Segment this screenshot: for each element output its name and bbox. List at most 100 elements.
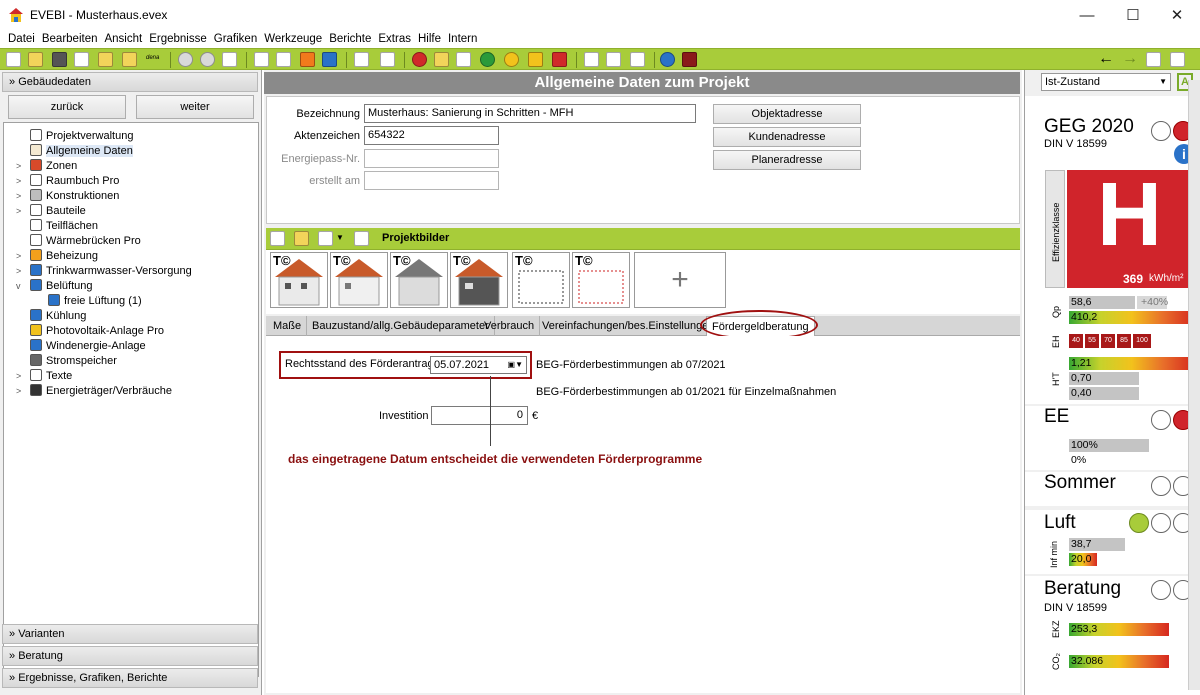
menu-grafiken[interactable]: Grafiken — [210, 30, 260, 48]
minimize-button[interactable]: — — [1064, 0, 1110, 30]
kundenadresse-button[interactable]: Kundenadresse — [713, 127, 861, 147]
tree-item[interactable]: Stromspeicher — [30, 354, 117, 369]
close-button[interactable]: ✕ — [1154, 0, 1200, 30]
rechtsstand-date-input[interactable]: 05.07.2021 ▣▼ — [430, 356, 527, 374]
tree-expander-icon[interactable]: v — [16, 279, 21, 294]
calc-red-icon[interactable] — [682, 52, 697, 67]
project-image-4[interactable]: T© — [450, 252, 508, 308]
copy-icon[interactable] — [74, 52, 89, 67]
project-image-6[interactable]: T© — [572, 252, 630, 308]
tree-expander-icon[interactable]: > — [16, 369, 21, 384]
menu-berichte[interactable]: Berichte — [325, 30, 374, 48]
add-image-icon[interactable] — [270, 231, 285, 246]
tab-vereinfachungen[interactable]: Vereinfachungen/bes.Einstellungen — [537, 316, 721, 336]
undo-icon[interactable] — [178, 52, 193, 67]
section-gebaeudedaten[interactable]: » Gebäudedaten — [2, 72, 258, 92]
sun-icon[interactable] — [504, 52, 519, 67]
grid-icon[interactable] — [276, 52, 291, 67]
objektadresse-button[interactable]: Objektadresse — [713, 104, 861, 124]
right-scrollbar[interactable] — [1188, 80, 1200, 690]
menu-extras[interactable]: Extras — [374, 30, 414, 48]
tree-item[interactable]: > Zonen — [16, 159, 77, 174]
tree-expander-icon[interactable]: > — [16, 174, 21, 189]
print-icon[interactable] — [606, 52, 621, 67]
tree-item[interactable]: > Trinkwarmwasser-Versorgung — [16, 264, 192, 279]
section-ergebnisse[interactable]: » Ergebnisse, Grafiken, Berichte — [2, 668, 258, 688]
maximize-button[interactable]: ☐ — [1110, 0, 1156, 30]
bezeichnung-input[interactable]: Musterhaus: Sanierung in Schritten - MFH — [364, 104, 696, 123]
exit-icon[interactable] — [1170, 52, 1185, 67]
tree-item[interactable]: v Belüftung — [16, 279, 92, 294]
tree-item[interactable]: Allgemeine Daten — [30, 144, 133, 159]
add-image-button[interactable]: + — [634, 252, 726, 308]
tree-expander-icon[interactable]: > — [16, 204, 21, 219]
menu-ergebnisse[interactable]: Ergebnisse — [145, 30, 210, 48]
section-varianten[interactable]: » Varianten — [2, 624, 258, 644]
back-arrow-icon[interactable]: ← — [1098, 50, 1114, 68]
tree-item[interactable]: > Energieträger/Verbräuche — [16, 384, 172, 399]
flame-icon[interactable] — [552, 52, 567, 67]
tree-expander-icon[interactable]: > — [16, 189, 21, 204]
menu-datei[interactable]: Datei — [4, 30, 38, 48]
tree-item[interactable]: Projektverwaltung — [30, 129, 133, 144]
globe-icon[interactable] — [480, 52, 495, 67]
import-icon[interactable] — [98, 52, 113, 67]
tree-item[interactable]: Kühlung — [30, 309, 86, 324]
project-image-1[interactable]: T© — [270, 252, 328, 308]
paste-image-icon[interactable] — [294, 231, 309, 246]
dena-icon[interactable]: dena — [146, 55, 159, 61]
calendar-dropdown-icon[interactable]: ▣▼ — [508, 357, 523, 373]
menu-ansicht[interactable]: Ansicht — [100, 30, 145, 48]
state-select[interactable]: Ist-Zustand ▼ — [1041, 73, 1171, 91]
tree-icon[interactable] — [354, 52, 369, 67]
house-chart-icon[interactable] — [630, 52, 645, 67]
tree-item[interactable]: freie Lüftung (1) — [48, 294, 142, 309]
lightning-icon[interactable] — [528, 52, 543, 67]
tree-item[interactable]: Photovoltaik-Anlage Pro — [30, 324, 164, 339]
erstellt-am-input[interactable] — [364, 171, 499, 190]
redo-icon[interactable] — [200, 52, 215, 67]
list-icon[interactable] — [380, 52, 395, 67]
step-icon[interactable] — [1146, 52, 1161, 67]
tree-item[interactable]: Teilflächen — [30, 219, 98, 234]
new-file-icon[interactable] — [6, 52, 21, 67]
menu-bearbeiten[interactable]: Bearbeiten — [38, 30, 101, 48]
tree-expander-icon[interactable]: > — [16, 249, 21, 264]
tree-item[interactable]: > Bauteile — [16, 204, 86, 219]
sort-icon[interactable] — [318, 231, 333, 246]
back-button[interactable]: zurück — [8, 95, 126, 119]
menu-hilfe[interactable]: Hilfe — [414, 30, 444, 48]
project-image-5[interactable]: T© — [512, 252, 570, 308]
cap-icon[interactable] — [412, 52, 427, 67]
tab-bauzustand[interactable]: Bauzustand/allg.Gebäudeparameter — [307, 316, 495, 336]
investition-input[interactable]: 0 — [431, 406, 528, 425]
report-icon[interactable] — [584, 52, 599, 67]
open-folder-icon[interactable] — [28, 52, 43, 67]
dropdown-arrow-icon[interactable]: ▼ — [336, 233, 344, 242]
document-icon[interactable] — [254, 52, 269, 67]
save-icon[interactable] — [52, 52, 67, 67]
tree-item[interactable]: Wärmebrücken Pro — [30, 234, 141, 249]
tab-masse[interactable]: Maße — [268, 316, 308, 336]
energiepass-input[interactable] — [364, 149, 499, 168]
project-image-3[interactable]: T© — [390, 252, 448, 308]
project-image-2[interactable]: T© — [330, 252, 388, 308]
section-beratung[interactable]: » Beratung — [2, 646, 258, 666]
next-button[interactable]: weiter — [136, 95, 254, 119]
tree-expander-icon[interactable]: > — [16, 384, 21, 399]
calculator-icon[interactable] — [322, 52, 337, 67]
text-a-icon[interactable] — [434, 52, 449, 67]
tab-verbrauch[interactable]: Verbrauch — [479, 316, 541, 336]
help-icon[interactable] — [660, 52, 675, 67]
forward-arrow-icon[interactable]: → — [1122, 50, 1138, 68]
menu-werkzeuge[interactable]: Werkzeuge — [260, 30, 325, 48]
tree-item[interactable]: > Beheizung — [16, 249, 98, 264]
menu-intern[interactable]: Intern — [444, 30, 480, 48]
tree-item[interactable]: > Raumbuch Pro — [16, 174, 119, 189]
planeradresse-button[interactable]: Planeradresse — [713, 150, 861, 170]
sum-icon[interactable] — [300, 52, 315, 67]
export-icon[interactable] — [122, 52, 137, 67]
edit-image-icon[interactable] — [354, 231, 369, 246]
aktenzeichen-input[interactable]: 654322 — [364, 126, 499, 145]
tree-expander-icon[interactable]: > — [16, 159, 21, 174]
